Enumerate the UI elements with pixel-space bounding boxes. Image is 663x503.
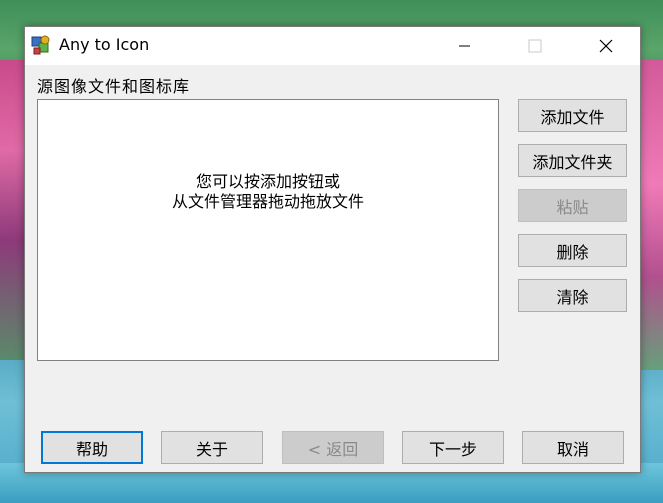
delete-button[interactable]: 删除 (518, 234, 627, 267)
minimize-icon (459, 45, 470, 47)
close-icon (599, 39, 613, 53)
maximize-button[interactable] (512, 27, 558, 65)
add-folder-button[interactable]: 添加文件夹 (518, 144, 627, 177)
source-files-label: 源图像文件和图标库 (37, 77, 191, 96)
drop-hint-line-2: 从文件管理器拖动拖放文件 (171, 192, 364, 211)
app-icon (31, 35, 50, 55)
drop-hint-line-1: 您可以按添加按钮或 (195, 172, 340, 191)
background-flowers-right (639, 60, 663, 370)
app-window: Any to Icon 源图像文件和图标库 您可以按添加按钮或 从文件管理器拖动… (24, 26, 641, 473)
cancel-button[interactable]: 取消 (522, 431, 624, 464)
window-title: Any to Icon (59, 35, 150, 54)
minimize-button[interactable] (442, 27, 488, 65)
close-button[interactable] (583, 27, 629, 65)
maximize-icon (528, 39, 542, 53)
drop-hint: 您可以按添加按钮或 从文件管理器拖动拖放文件 (38, 172, 498, 212)
add-file-button[interactable]: 添加文件 (518, 99, 627, 132)
title-bar[interactable]: Any to Icon (25, 27, 640, 65)
clear-button[interactable]: 清除 (518, 279, 627, 312)
next-button[interactable]: 下一步 (402, 431, 504, 464)
paste-button[interactable]: 粘贴 (518, 189, 627, 222)
source-file-list[interactable]: 您可以按添加按钮或 从文件管理器拖动拖放文件 (37, 99, 499, 361)
back-button[interactable]: < 返回 (282, 431, 384, 464)
about-button[interactable]: 关于 (161, 431, 263, 464)
help-button[interactable]: 帮助 (41, 431, 143, 464)
background-flowers-left (0, 60, 26, 360)
